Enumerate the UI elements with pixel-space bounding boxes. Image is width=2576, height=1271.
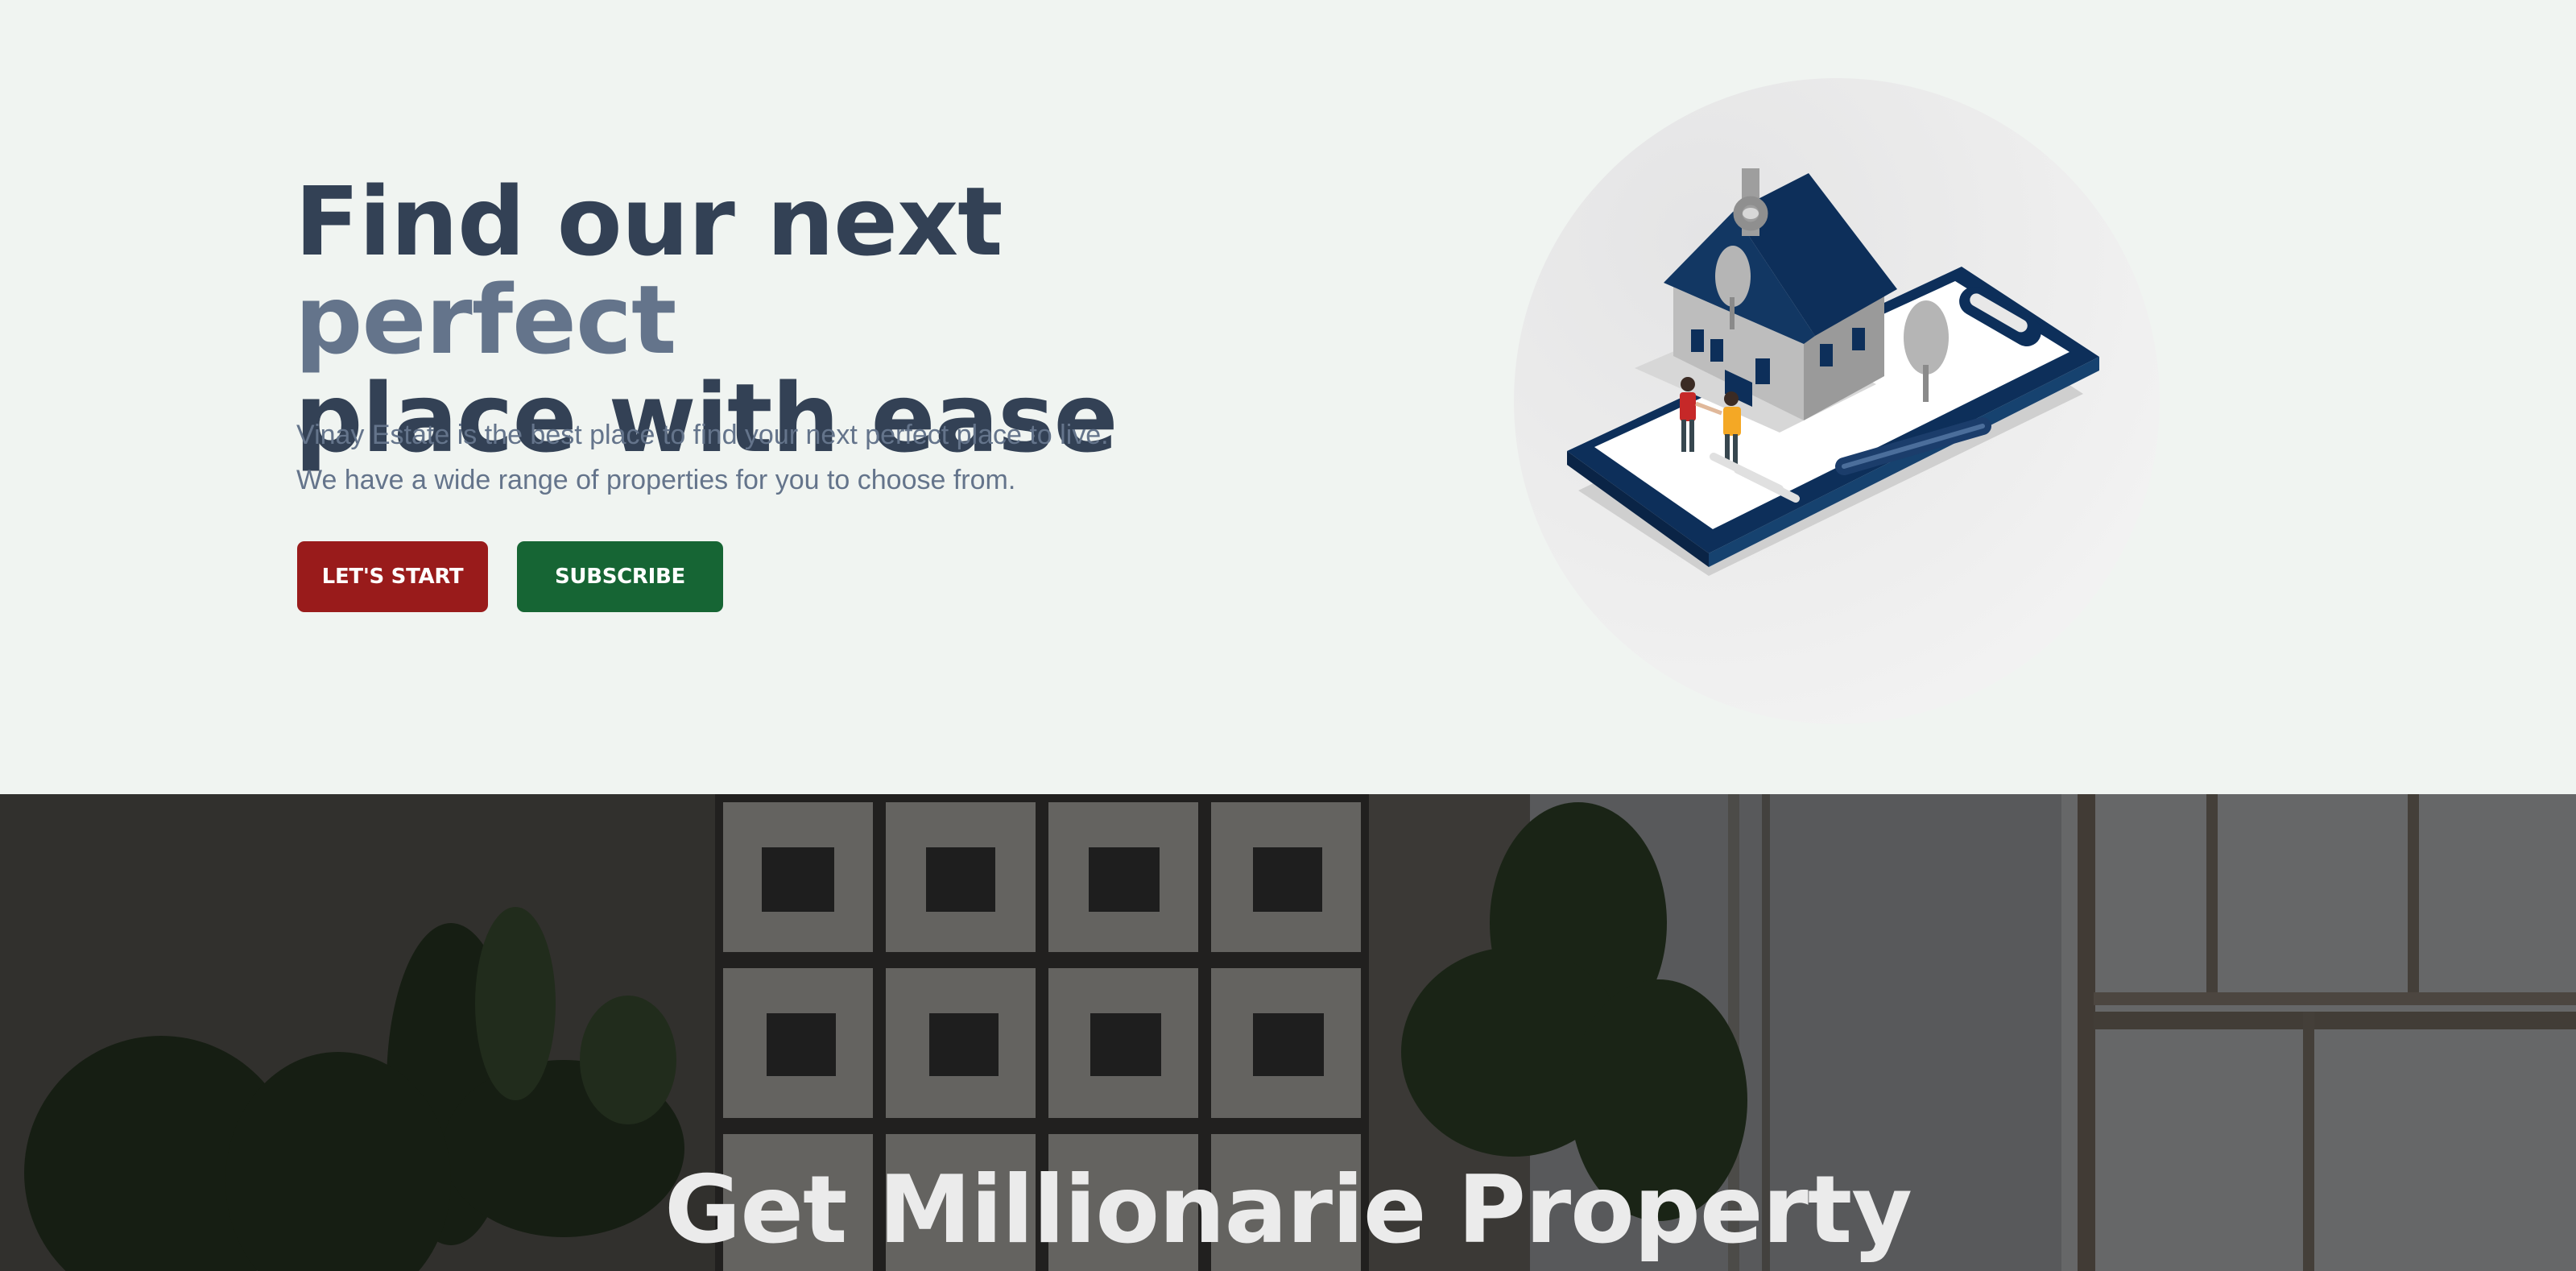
subscribe-button[interactable]: SUBSCRIBE xyxy=(517,541,723,612)
hero-description-line1: Vinay Estate is the best place to find y… xyxy=(296,420,1109,450)
hero-description: Vinay Estate is the best place to find y… xyxy=(296,412,1263,503)
headline-accent: perfect xyxy=(295,264,676,375)
promo-banner: Get Millionarie Property xyxy=(0,794,2576,1271)
headline-part1: Find our next xyxy=(295,166,1003,277)
hero-section: Find our next perfect place with ease Vin… xyxy=(0,0,2576,794)
hero-description-line2: We have a wide range of properties for y… xyxy=(296,465,1016,495)
house-on-clipboard-illustration xyxy=(1567,168,2099,576)
banner-title: Get Millionarie Property xyxy=(664,1156,1912,1265)
lets-start-button[interactable]: LET'S START xyxy=(297,541,488,612)
